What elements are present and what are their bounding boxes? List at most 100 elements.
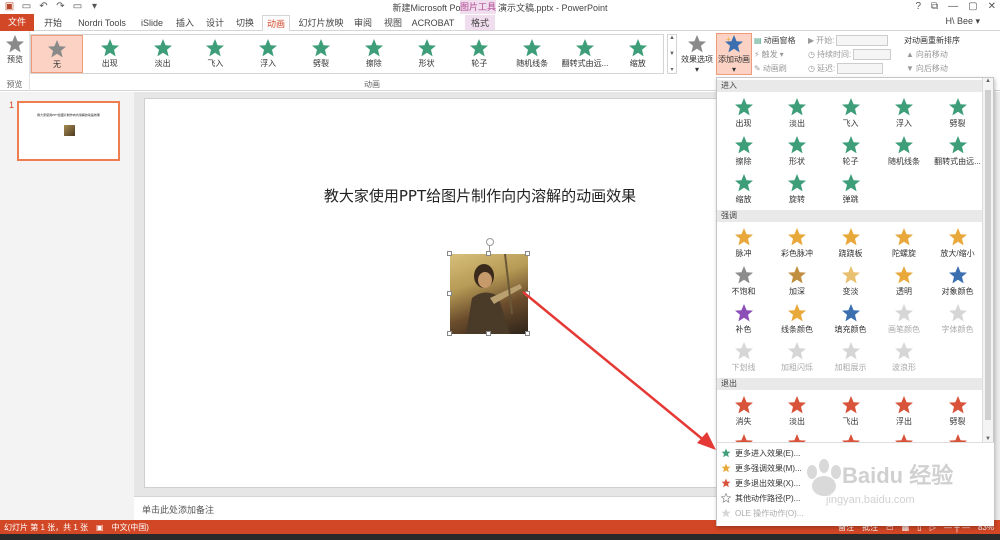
gallery-scroll[interactable]: ▲ ▼ ▾ [667, 34, 677, 74]
help-icon[interactable]: ? [915, 1, 921, 12]
effect-2-3[interactable]: 浮出 [878, 392, 931, 430]
language-status[interactable]: 中文(中国) [112, 522, 149, 533]
rotation-handle[interactable] [486, 238, 494, 246]
gallery-effect-11[interactable]: 缩放 [612, 35, 664, 73]
tab-7[interactable]: 动画 [262, 15, 290, 32]
effect-1-2[interactable]: 跷跷板 [824, 224, 877, 262]
effect-1-1[interactable]: 彩色脉冲 [771, 224, 824, 262]
effect-0-9[interactable]: 翻转式由远... [931, 132, 984, 170]
undo-icon[interactable]: ↶ [38, 2, 49, 13]
tab-11[interactable]: ACROBAT [410, 15, 456, 31]
resize-handle-se[interactable] [525, 331, 530, 336]
tab-1[interactable]: 开始 [38, 15, 68, 31]
gallery-effect-10[interactable]: 翻转式由远... [559, 35, 611, 73]
effect-2-1[interactable]: 淡出 [771, 392, 824, 430]
start-select[interactable] [836, 35, 889, 46]
dropdown-scrollbar[interactable]: ▲ ▼ [982, 78, 993, 442]
animation-painter-button[interactable]: ✎ 动画刷 [754, 63, 787, 74]
move-later-button[interactable]: ▼ 向后移动 [906, 63, 948, 74]
slide-canvas[interactable]: 教大家使用PPT给图片制作向内溶解的动画效果 [144, 98, 724, 488]
resize-handle-w[interactable] [447, 291, 452, 296]
tab-10[interactable]: 视图 [380, 15, 406, 31]
minimize-icon[interactable]: — [948, 1, 958, 12]
effect-0-7[interactable]: 轮子 [824, 132, 877, 170]
effect-1-4[interactable]: 放大/缩小 [931, 224, 984, 262]
effect-1-11[interactable]: 线条颜色 [771, 300, 824, 338]
effect-1-10[interactable]: 补色 [717, 300, 770, 338]
resize-handle-nw[interactable] [447, 251, 452, 256]
effect-1-7[interactable]: 变淡 [824, 262, 877, 300]
effect-0-8[interactable]: 随机线条 [878, 132, 931, 170]
effect-1-3[interactable]: 陀螺旋 [878, 224, 931, 262]
gallery-more-icon[interactable]: ▾ [670, 66, 673, 73]
gallery-down-icon[interactable]: ▼ [669, 51, 675, 57]
add-animation-button[interactable]: + 添加动画 ▾ [716, 33, 752, 75]
gallery-effect-3[interactable]: 飞入 [189, 35, 241, 73]
gallery-effect-1[interactable]: 出现 [84, 35, 136, 73]
redo-icon[interactable]: ↷ [55, 2, 66, 13]
customize-toolbar-icon[interactable]: ▾ [89, 2, 100, 13]
warrior-picture[interactable] [450, 253, 528, 334]
duration-field[interactable]: ◷ 持续时间: [808, 49, 892, 60]
slide-thumbnail[interactable]: 教大家使用PPT给图片制作向内溶解的动画效果 [17, 101, 120, 161]
duration-input[interactable] [853, 49, 892, 60]
effect-0-11[interactable]: 旋转 [771, 170, 824, 208]
animation-pane-button[interactable]: ▤ 动画窗格 [754, 35, 796, 46]
effect-1-6[interactable]: 加深 [771, 262, 824, 300]
effect-2-0[interactable]: 消失 [717, 392, 770, 430]
resize-handle-sw[interactable] [447, 331, 452, 336]
effect-options-button[interactable]: 效果选项 ▾ [680, 34, 714, 74]
delay-input[interactable] [837, 63, 884, 74]
gallery-effect-4[interactable]: 浮入 [242, 35, 294, 73]
tab-9[interactable]: 审阅 [350, 15, 376, 31]
effect-0-12[interactable]: 弹跳 [824, 170, 877, 208]
resize-handle-ne[interactable] [525, 251, 530, 256]
effect-1-5[interactable]: 不饱和 [717, 262, 770, 300]
effect-1-0[interactable]: 脉冲 [717, 224, 770, 262]
gallery-effect-6[interactable]: 擦除 [348, 35, 400, 73]
more-effects-item-2[interactable]: 更多退出效果(X)... [721, 476, 800, 490]
tab-0[interactable]: 文件 [0, 14, 34, 31]
close-icon[interactable]: ✕ [988, 1, 996, 12]
slide-title[interactable]: 教大家使用PPT给图片制作向内溶解的动画效果 [145, 185, 815, 206]
effect-1-8[interactable]: 透明 [878, 262, 931, 300]
notes-pane[interactable]: 单击此处添加备注 [134, 496, 717, 520]
gallery-effect-7[interactable]: 形状 [401, 35, 453, 73]
gallery-up-icon[interactable]: ▲ [669, 35, 675, 41]
slideshow-from-start-icon[interactable]: ▭ [72, 2, 83, 13]
effect-0-4[interactable]: 劈裂 [931, 94, 984, 132]
tab-5[interactable]: 设计 [202, 15, 228, 31]
save-icon[interactable]: ▭ [21, 2, 32, 13]
resize-handle-e[interactable] [525, 291, 530, 296]
effect-0-0[interactable]: 出现 [717, 94, 770, 132]
scroll-thumb[interactable] [985, 90, 991, 420]
gallery-effect-0[interactable]: 无 [31, 35, 83, 73]
tab-2[interactable]: Nordri Tools [72, 15, 132, 31]
more-effects-item-0[interactable]: 更多进入效果(E)... [721, 446, 800, 460]
effect-0-6[interactable]: 形状 [771, 132, 824, 170]
tab-8[interactable]: 幻灯片放映 [294, 15, 348, 31]
tab-6[interactable]: 切换 [232, 15, 258, 31]
gallery-effect-5[interactable]: 劈裂 [295, 35, 347, 73]
start-field[interactable]: ▶ 开始: [808, 35, 889, 46]
move-earlier-button[interactable]: ▲ 向前移动 [906, 49, 948, 60]
user-account[interactable]: H\ Bee ▾ [945, 16, 980, 27]
more-effects-item-1[interactable]: 更多强调效果(M)... [721, 461, 802, 475]
resize-handle-n[interactable] [486, 251, 491, 256]
preview-button[interactable]: 预览 [2, 34, 28, 65]
selected-picture[interactable] [447, 238, 530, 336]
gallery-effect-8[interactable]: 轮子 [453, 35, 505, 73]
scroll-up-icon[interactable]: ▲ [983, 78, 993, 84]
delay-field[interactable]: ◷ 延迟: [808, 63, 884, 74]
more-effects-item-3[interactable]: 其他动作路径(P)... [721, 491, 800, 505]
spell-check-icon[interactable]: ▣ [96, 523, 104, 532]
effect-2-2[interactable]: 飞出 [824, 392, 877, 430]
tab-3[interactable]: iSlide [136, 15, 168, 31]
gallery-effect-2[interactable]: 淡出 [137, 35, 189, 73]
effect-0-2[interactable]: 飞入 [824, 94, 877, 132]
effect-0-5[interactable]: 擦除 [717, 132, 770, 170]
effect-0-10[interactable]: 缩放 [717, 170, 770, 208]
effect-0-1[interactable]: 淡出 [771, 94, 824, 132]
effect-1-9[interactable]: 对象颜色 [931, 262, 984, 300]
gallery-effect-9[interactable]: 随机线条 [506, 35, 558, 73]
